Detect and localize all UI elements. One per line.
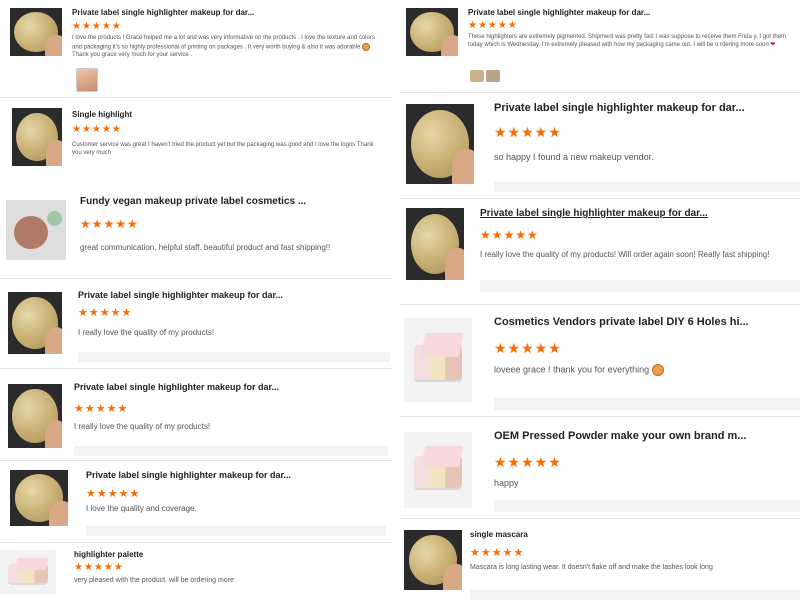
review-card: Single highlight ★★★★★ Customer service … (4, 100, 392, 178)
star-rating: ★★★★★ (86, 488, 141, 500)
review-product-title[interactable]: Private label single highlighter makeup … (86, 470, 386, 480)
review-photo[interactable] (76, 68, 98, 92)
review-text: I love the products ! Grace helped me a … (72, 35, 382, 59)
review-card: Private label single highlighter makeup … (402, 0, 800, 88)
review-footer (480, 280, 800, 292)
review-text: I really love the quality of my products… (78, 328, 215, 337)
review-product-title[interactable]: single mascara (470, 530, 790, 539)
product-thumbnail[interactable] (10, 470, 68, 526)
review-product-title[interactable]: Private label single highlighter makeup … (74, 382, 379, 392)
review-text: I love the quality and coverage. (86, 504, 197, 513)
review-card: Private label single highlighter makeup … (0, 282, 392, 366)
review-card: Private label single highlighter makeup … (0, 372, 392, 458)
review-card: Fundy vegan makeup private label cosmeti… (0, 184, 392, 272)
review-divider (0, 278, 392, 279)
star-rating: ★★★★★ (72, 21, 122, 32)
product-thumbnail[interactable] (406, 8, 458, 56)
review-footer (78, 352, 390, 362)
review-product-title[interactable]: highlighter palette (74, 550, 379, 559)
review-card: single mascara ★★★★★ Mascara is long las… (400, 520, 800, 600)
review-card: OEM Pressed Powder make your own brand m… (400, 420, 800, 516)
review-product-title[interactable]: Cosmetics Vendors private label DIY 6 Ho… (494, 316, 794, 328)
review-footer (494, 398, 800, 410)
review-photo[interactable] (486, 70, 500, 82)
review-text: These highlighters are extremely pigment… (468, 34, 790, 49)
review-product-title[interactable]: Private label single highlighter makeup … (72, 8, 387, 17)
product-thumbnail[interactable] (0, 550, 56, 594)
star-rating: ★★★★★ (78, 307, 133, 319)
product-thumbnail[interactable] (12, 108, 62, 166)
review-text-after: Thank you grace very much for your servi… (72, 51, 193, 58)
review-text: happy (494, 478, 519, 488)
star-rating: ★★★★★ (80, 217, 139, 231)
review-card: Private label single highlighter makeup … (0, 462, 392, 540)
review-product-title[interactable]: Private label single highlighter makeup … (480, 208, 792, 219)
star-rating: ★★★★★ (74, 562, 124, 573)
star-rating: ★★★★★ (480, 228, 539, 242)
review-card: highlighter palette ★★★★★ very pleased w… (0, 544, 392, 600)
review-divider (0, 368, 392, 369)
review-text: so happy I found a new makeup vendor. (494, 152, 654, 162)
review-text: Mascara is long lasting wear. It doesn't… (470, 564, 713, 571)
review-text: I really love the quality of my products… (480, 250, 770, 259)
star-rating: ★★★★★ (470, 547, 525, 559)
star-rating: ★★★★★ (494, 454, 562, 470)
smiling-face-emoji-icon (361, 42, 370, 51)
product-thumbnail[interactable] (406, 208, 464, 280)
review-product-title[interactable]: Private label single highlighter makeup … (78, 290, 383, 300)
review-footer (494, 500, 800, 512)
review-footer (74, 446, 388, 456)
review-text: Customer service was great I haven't tri… (72, 142, 374, 156)
review-card: Private label single highlighter makeup … (400, 200, 800, 298)
review-text: very pleased with the product. will be o… (74, 577, 234, 584)
review-product-title[interactable]: Single highlight (72, 110, 382, 119)
left-review-column: Private label single highlighter makeup … (0, 0, 400, 600)
review-footer (86, 526, 386, 536)
review-card: Private label single highlighter makeup … (400, 94, 800, 194)
review-divider (400, 92, 800, 93)
review-text: great communication, helpful staff. beau… (80, 243, 331, 252)
review-text: loveee grace ! thank you for everything (494, 364, 794, 376)
review-photo[interactable] (470, 70, 484, 82)
product-thumbnail[interactable] (8, 384, 62, 448)
review-divider (400, 416, 800, 417)
product-thumbnail[interactable] (8, 292, 62, 354)
star-rating: ★★★★★ (494, 124, 562, 140)
review-divider (400, 518, 800, 519)
product-thumbnail[interactable] (10, 8, 62, 56)
review-text-main: These highlighters are extremely pigment… (468, 34, 787, 48)
product-thumbnail[interactable] (404, 318, 472, 402)
review-product-title[interactable]: Private label single highlighter makeup … (494, 102, 794, 114)
product-thumbnail[interactable] (6, 200, 66, 260)
review-divider (400, 198, 800, 199)
product-thumbnail[interactable] (404, 530, 462, 590)
review-divider (0, 542, 392, 543)
review-text-main: I love the products ! Grace helped me a … (72, 35, 375, 51)
right-review-column: Private label single highlighter makeup … (400, 0, 800, 600)
review-card: Cosmetics Vendors private label DIY 6 Ho… (400, 306, 800, 414)
smiling-face-emoji-icon (651, 364, 664, 376)
product-thumbnail[interactable] (404, 432, 472, 508)
heart-icon: ❤ (770, 41, 776, 48)
review-text-main: loveee grace ! thank you for everything (494, 364, 650, 375)
product-thumbnail[interactable] (406, 104, 474, 184)
review-card: Private label single highlighter makeup … (0, 0, 392, 96)
review-divider (400, 304, 800, 305)
review-divider (0, 97, 392, 98)
star-rating: ★★★★★ (468, 20, 518, 31)
star-rating: ★★★★★ (494, 340, 562, 356)
review-product-title[interactable]: Private label single highlighter makeup … (468, 8, 788, 17)
star-rating: ★★★★★ (72, 124, 122, 135)
review-product-title[interactable]: Fundy vegan makeup private label cosmeti… (80, 196, 385, 207)
review-divider (0, 460, 392, 461)
review-footer (470, 590, 800, 600)
star-rating: ★★★★★ (74, 403, 129, 415)
review-text: I really love the quality of my products… (74, 422, 211, 431)
review-footer (494, 182, 800, 192)
review-product-title[interactable]: OEM Pressed Powder make your own brand m… (494, 430, 794, 442)
